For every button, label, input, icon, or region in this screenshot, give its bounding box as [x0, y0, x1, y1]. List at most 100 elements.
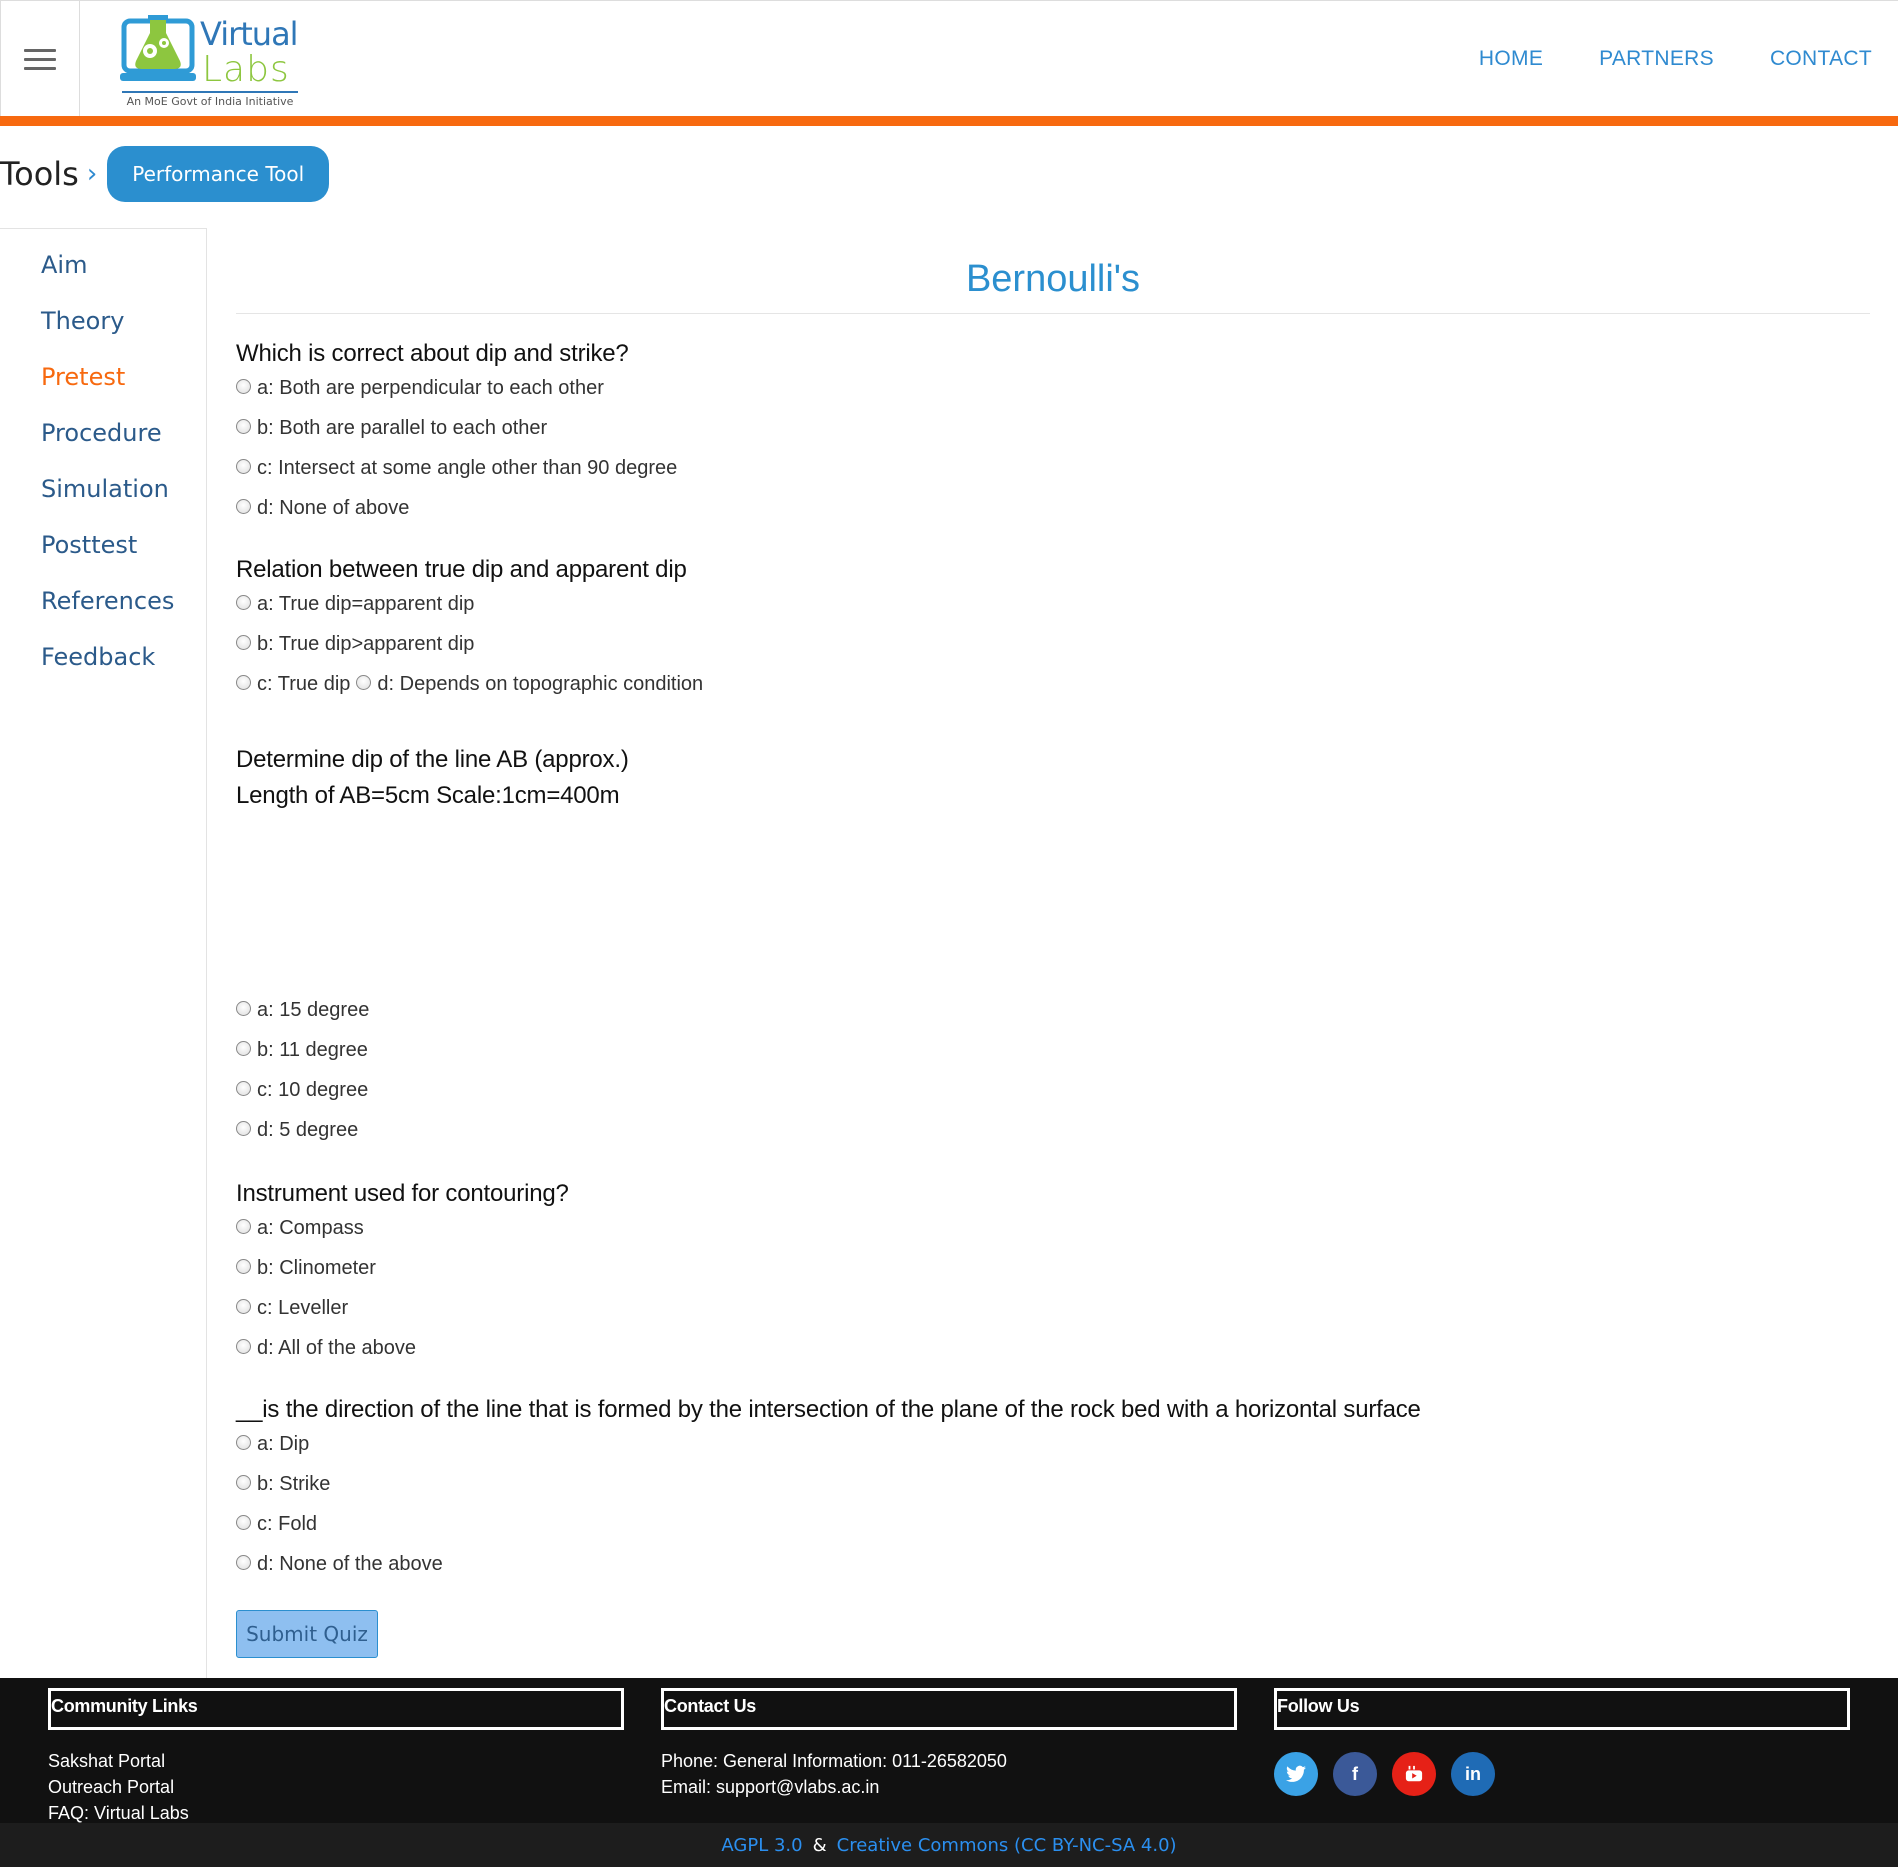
nav-contact-link[interactable]: CONTACT: [1770, 47, 1872, 71]
radio-button[interactable]: [236, 1298, 251, 1314]
radio-button[interactable]: [236, 418, 251, 434]
question-text: Which is correct about dip and strike?: [236, 340, 629, 367]
footer-link-outreach[interactable]: Outreach Portal: [48, 1774, 624, 1800]
option-row[interactable]: b: Both are parallel to each other: [236, 408, 677, 448]
option-label: b: True dip>apparent dip: [257, 632, 475, 655]
option-label: a: True dip=apparent dip: [257, 592, 475, 615]
radio-button[interactable]: [236, 378, 251, 394]
footer-contact: Contact Us Phone: General Information: 0…: [661, 1688, 1237, 1800]
question-text: Determine dip of the line AB (approx.): [236, 746, 629, 773]
option-label: c: Fold: [257, 1512, 318, 1535]
radio-button[interactable]: [236, 1514, 251, 1530]
radio-button[interactable]: [236, 1258, 251, 1274]
question-3: Determine dip of the line AB (approx.) L…: [236, 742, 629, 814]
option-row[interactable]: d: All of the above: [236, 1328, 569, 1368]
option-row[interactable]: b: True dip>apparent dip: [236, 624, 703, 664]
youtube-icon[interactable]: [1392, 1752, 1436, 1796]
sidebar-item-posttest[interactable]: Posttest: [0, 525, 206, 581]
option-label: a: 15 degree: [257, 998, 370, 1021]
radio-button[interactable]: [236, 1000, 251, 1016]
radio-button[interactable]: [236, 1080, 251, 1096]
radio-button[interactable]: [236, 1338, 251, 1354]
breadcrumb-tools[interactable]: Tools: [0, 155, 79, 193]
option-row[interactable]: b: Clinometer: [236, 1248, 569, 1288]
radio-button[interactable]: [236, 458, 251, 474]
radio-button[interactable]: [236, 634, 251, 650]
option-row[interactable]: c: 10 degree: [236, 1070, 369, 1110]
option-row[interactable]: c: Intersect at some angle other than 90…: [236, 448, 677, 488]
option-label: c: Intersect at some angle other than 90…: [257, 456, 678, 479]
radio-button[interactable]: [356, 674, 372, 690]
option-label: d: 5 degree: [257, 1118, 359, 1141]
option-row[interactable]: c: Fold: [236, 1504, 1421, 1544]
breadcrumb: Tools › Performance Tool: [0, 146, 330, 202]
license-separator: &: [812, 1834, 827, 1856]
option-row[interactable]: a: 15 degree: [236, 990, 369, 1030]
radio-button[interactable]: [236, 674, 251, 690]
option-label: d: None of the above: [257, 1552, 443, 1575]
hamburger-menu-button[interactable]: [0, 1, 80, 117]
question-text: Relation between true dip and apparent d…: [236, 556, 687, 583]
radio-button[interactable]: [236, 1474, 251, 1490]
radio-button[interactable]: [236, 1554, 251, 1570]
option-label: b: Strike: [257, 1472, 331, 1495]
site-footer: Community Links Sakshat Portal Outreach …: [0, 1678, 1898, 1823]
agpl-license-link[interactable]: AGPL 3.0: [721, 1835, 802, 1856]
option-row[interactable]: a: Compass: [236, 1208, 569, 1248]
logo-title-virtual: Virtual: [200, 15, 299, 53]
footer-community-links: Community Links Sakshat Portal Outreach …: [48, 1688, 624, 1826]
license-bar: AGPL 3.0 & Creative Commons (CC BY-NC-SA…: [0, 1823, 1898, 1867]
radio-button[interactable]: [236, 1218, 251, 1234]
radio-button[interactable]: [236, 498, 251, 514]
option-row[interactable]: d: 5 degree: [236, 1110, 369, 1150]
sidebar-item-references[interactable]: References: [0, 581, 206, 637]
option-label: d: All of the above: [257, 1336, 417, 1359]
nav-home-link[interactable]: HOME: [1479, 47, 1543, 71]
question-2: Relation between true dip and apparent d…: [236, 556, 703, 704]
option-row[interactable]: d: None of the above: [236, 1544, 1421, 1584]
question-text: Instrument used for contouring?: [236, 1180, 569, 1207]
option-row[interactable]: b: Strike: [236, 1464, 1421, 1504]
question-4: Instrument used for contouring? a: Compa…: [236, 1180, 569, 1368]
radio-button[interactable]: [236, 1120, 251, 1136]
option-label: a: Dip: [257, 1432, 310, 1455]
radio-button[interactable]: [236, 594, 251, 610]
facebook-icon[interactable]: f: [1333, 1752, 1377, 1796]
question-3-options: a: 15 degree b: 11 degree c: 10 degree d…: [236, 990, 369, 1150]
twitter-icon[interactable]: [1274, 1752, 1318, 1796]
footer-heading: Follow Us: [1274, 1688, 1850, 1730]
option-label: c: 10 degree: [257, 1078, 369, 1101]
option-row[interactable]: a: Both are perpendicular to each other: [236, 368, 677, 408]
page-title: Bernoulli's: [236, 228, 1870, 314]
option-label: c: Leveller: [257, 1296, 349, 1319]
sidebar-item-feedback[interactable]: Feedback: [0, 637, 206, 693]
footer-link-sakshat[interactable]: Sakshat Portal: [48, 1748, 624, 1774]
option-label: d: Depends on topographic condition: [377, 672, 704, 695]
sidebar-item-theory[interactable]: Theory: [0, 301, 206, 357]
option-row[interactable]: d: None of above: [236, 488, 677, 528]
radio-button[interactable]: [236, 1040, 251, 1056]
flask-laptop-icon: [120, 15, 196, 81]
chevron-right-icon: ›: [86, 159, 98, 189]
sidebar-item-procedure[interactable]: Procedure: [0, 413, 206, 469]
option-row[interactable]: c: Leveller: [236, 1288, 569, 1328]
option-row[interactable]: a: True dip=apparent dip: [236, 584, 703, 624]
top-navigation: HOME PARTNERS CONTACT: [1479, 47, 1872, 71]
submit-quiz-button[interactable]: Submit Quiz: [236, 1610, 378, 1658]
option-row[interactable]: a: Dip: [236, 1424, 1421, 1464]
sidebar-item-aim[interactable]: Aim: [0, 245, 206, 301]
sidebar-item-simulation[interactable]: Simulation: [0, 469, 206, 525]
linkedin-icon[interactable]: in: [1451, 1752, 1495, 1796]
question-text: __is the direction of the line that is f…: [236, 1396, 1421, 1423]
nav-partners-link[interactable]: PARTNERS: [1599, 47, 1714, 71]
virtual-labs-logo[interactable]: Virtual Labs An MoE Govt of India Initia…: [118, 9, 299, 109]
option-row[interactable]: b: 11 degree: [236, 1030, 369, 1070]
option-label: a: Compass: [257, 1216, 364, 1239]
header-divider-bar: [0, 116, 1898, 126]
performance-tool-button[interactable]: Performance Tool: [107, 146, 330, 202]
quiz-panel: Bernoulli's Which is correct about dip a…: [236, 228, 1870, 1658]
footer-email[interactable]: Email: support@vlabs.ac.in: [661, 1774, 1237, 1800]
sidebar-item-pretest[interactable]: Pretest: [0, 357, 206, 413]
cc-license-link[interactable]: Creative Commons (CC BY-NC-SA 4.0): [837, 1835, 1177, 1856]
radio-button[interactable]: [236, 1434, 251, 1450]
